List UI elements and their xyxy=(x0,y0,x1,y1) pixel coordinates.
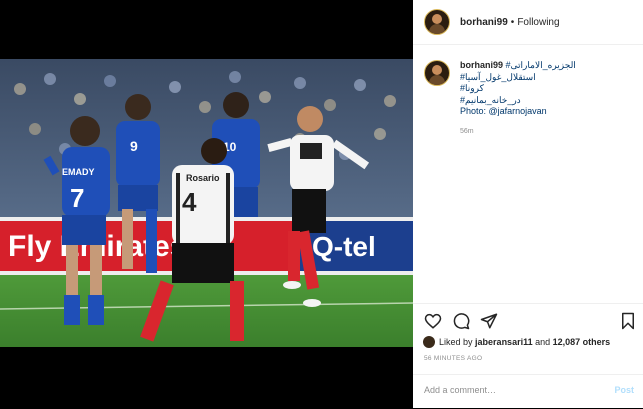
likes-summary: Liked by jaberansari11 and 12,087 others xyxy=(423,336,610,348)
heart-icon[interactable] xyxy=(424,312,442,330)
author-avatar[interactable] xyxy=(424,9,450,35)
likes-count[interactable]: 12,087 others xyxy=(553,337,611,347)
jersey-number-9: 9 xyxy=(130,138,138,154)
post-comment-button[interactable]: Post xyxy=(614,385,634,395)
likes-and: and xyxy=(535,337,551,347)
bookmark-icon[interactable] xyxy=(619,312,637,330)
comment-input[interactable] xyxy=(424,385,594,395)
jersey-name-4: Rosario xyxy=(186,173,220,183)
hashtag-link[interactable]: #الجزیره_الاماراتی xyxy=(506,60,576,70)
jersey-number-4: 4 xyxy=(182,187,197,217)
ad-board-right: Q-tel xyxy=(312,231,376,262)
hashtag-link[interactable]: #در_خانه_بمانیم xyxy=(460,95,576,107)
post-side-panel: borhani99 • Following borhani99 #الجزیره… xyxy=(413,0,643,408)
comment-icon[interactable] xyxy=(452,312,470,330)
caption-body: borhani99 #الجزیره_الاماراتی #استقلال_غو… xyxy=(460,60,576,137)
jersey-number-7: 7 xyxy=(70,183,84,213)
caption: borhani99 #الجزیره_الاماراتی #استقلال_غو… xyxy=(424,60,634,137)
action-bar xyxy=(413,303,643,340)
post-media: Fly Emirates Q-tel EMADY 7 xyxy=(0,0,413,408)
author-username[interactable]: borhani99 xyxy=(460,17,508,28)
following-button[interactable]: Following xyxy=(517,17,559,28)
post-timeago: 56 MINUTES AGO xyxy=(424,355,483,362)
hashtag-link[interactable]: #کرونا xyxy=(460,83,576,95)
share-icon[interactable] xyxy=(480,312,498,330)
photo-credit[interactable]: Photo: @jafarnojavan xyxy=(460,106,576,118)
comment-box: Post xyxy=(413,374,643,409)
caption-username[interactable]: borhani99 xyxy=(460,60,503,70)
jersey-name-7: EMADY xyxy=(62,167,95,177)
caption-timestamp: 56m xyxy=(460,127,474,135)
football-scene-image: Fly Emirates Q-tel EMADY 7 xyxy=(0,59,413,347)
likes-prefix: Liked by xyxy=(439,337,473,347)
caption-avatar[interactable] xyxy=(424,60,450,86)
post-photo[interactable]: Fly Emirates Q-tel EMADY 7 xyxy=(0,59,413,347)
header-separator: • xyxy=(510,16,515,28)
caption-first-line: borhani99 #الجزیره_الاماراتی xyxy=(460,60,576,72)
liker-avatar[interactable] xyxy=(423,336,435,348)
post-header: borhani99 • Following xyxy=(413,0,643,45)
hashtag-link[interactable]: #استقلال_غول_آسیا xyxy=(460,72,576,84)
liker-username[interactable]: jaberansari11 xyxy=(475,337,533,347)
